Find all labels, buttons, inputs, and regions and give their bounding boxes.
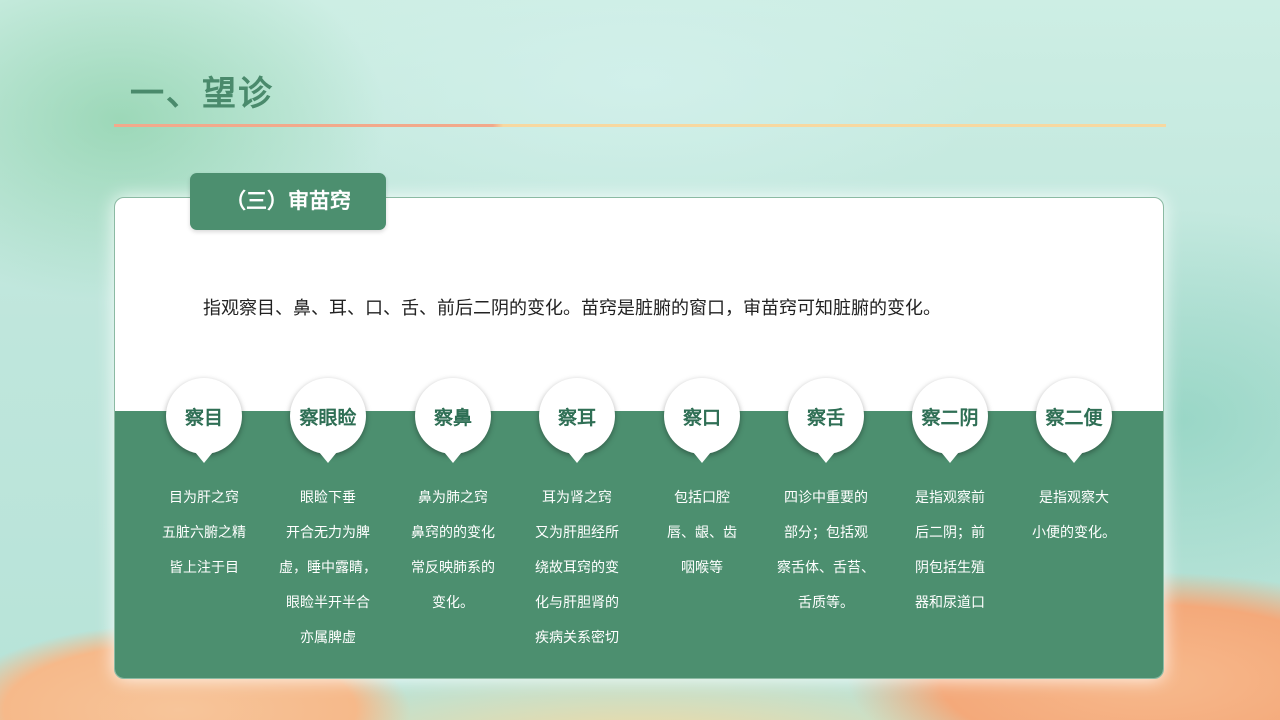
item-bubble: 察目 [166,378,242,454]
item-line: 器和尿道口 [915,595,985,611]
item-line: 阴包括生殖 [915,560,985,576]
slide-title: 一、望诊 [130,74,274,114]
item-bubble: 察二阴 [912,378,988,454]
item-line: 化与肝胆肾的 [535,595,619,611]
item-excretion: 察二便 是指观察大 小便的变化。 [994,378,1154,551]
description-text: 指观察目、鼻、耳、口、舌、前后二阴的变化。苗窍是脏腑的窗口，审苗窍可知脏腑的变化… [203,298,941,319]
item-bubble: 察口 [664,378,740,454]
item-bubble: 察二便 [1036,378,1112,454]
item-bubble: 察耳 [539,378,615,454]
item-line: 亦属脾虚 [300,630,356,646]
item-bubble: 察鼻 [415,378,491,454]
item-line: 是指观察大 [1039,490,1109,506]
section-tag: （三）审苗窍 [190,173,386,230]
item-line: 小便的变化。 [1032,525,1116,541]
title-underline [114,124,1166,127]
item-line: 疾病关系密切 [535,630,619,646]
item-bubble: 察眼睑 [290,378,366,454]
item-text: 是指观察大 小便的变化。 [994,481,1154,551]
item-bubble: 察舌 [788,378,864,454]
